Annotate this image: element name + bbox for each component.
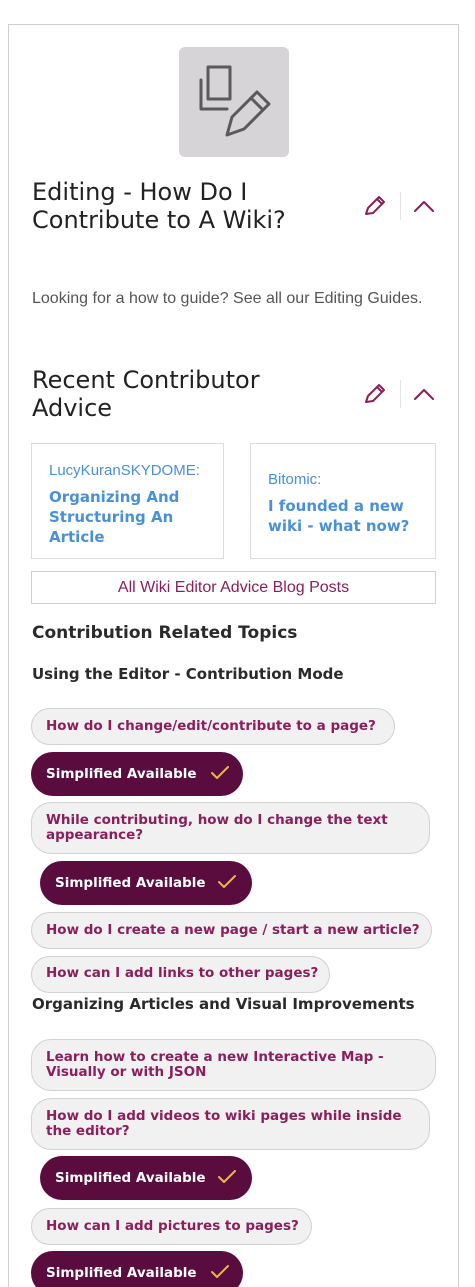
topics-heading: Contribution Related Topics: [32, 623, 298, 643]
topic-pill-text: How can I add links to other pages?: [46, 965, 319, 981]
topic-pill-text: How do I change/edit/contribute to a pag…: [46, 718, 376, 734]
pencil-icon: [365, 196, 385, 215]
intro-text: Looking for a how to guide? See all our …: [32, 290, 423, 307]
topic-pill[interactable]: While contributing, how do I change the …: [31, 802, 430, 854]
edit-button[interactable]: [362, 378, 390, 410]
topic-pill[interactable]: How do I change/edit/contribute to a pag…: [31, 708, 395, 745]
headline-line: wiki - what now?: [268, 517, 410, 535]
topic-pill-text: Learn how to create a new Interactive Ma…: [46, 1049, 384, 1065]
simplified-badge[interactable]: Simplified Available: [40, 861, 252, 905]
topic-pill-text: appearance?: [46, 827, 144, 843]
topic-pill[interactable]: How can I add pictures to pages?: [31, 1208, 312, 1245]
topic-pill-text: How do I add videos to wiki pages while …: [46, 1108, 402, 1124]
simplified-badge-label: Simplified Available: [46, 1265, 197, 1281]
copy-edit-icon: [179, 47, 289, 157]
headline-line: Organizing And: [49, 488, 180, 506]
advice-headline[interactable]: Organizing And Structuring An Article: [49, 487, 223, 547]
topic-group-title: Using the Editor - Contribution Mode: [32, 665, 344, 683]
headline-line: Article: [49, 528, 105, 546]
checkmark-icon: [211, 1265, 229, 1278]
action-divider: [400, 192, 401, 220]
advice-headline[interactable]: I founded a new wiki - what now?: [268, 496, 435, 536]
title-actions: [362, 190, 442, 222]
topic-group-title: Organizing Articles and Visual Improveme…: [32, 995, 415, 1013]
topic-pill-text: Visually or with JSON: [46, 1064, 207, 1080]
action-divider: [400, 380, 401, 408]
simplified-badge-label: Simplified Available: [46, 766, 197, 782]
advice-author: Bitomic:: [268, 471, 322, 488]
section-title-line: Advice: [32, 394, 113, 422]
topic-pill-text: How do I create a new page / start a new…: [46, 922, 420, 938]
simplified-badge[interactable]: Simplified Available: [40, 1156, 252, 1200]
advice-author: LucyKuranSKYDOME:: [49, 462, 200, 479]
simplified-badge[interactable]: Simplified Available: [31, 752, 243, 796]
collapse-button[interactable]: [410, 378, 438, 410]
edit-button[interactable]: [362, 190, 390, 222]
page-title-line: Editing - How Do I: [32, 178, 248, 206]
topic-pill[interactable]: How do I add videos to wiki pages while …: [31, 1098, 430, 1150]
chevron-up-icon: [414, 389, 434, 400]
topic-pill[interactable]: Learn how to create a new Interactive Ma…: [31, 1039, 436, 1091]
topic-pill-text: How can I add pictures to pages?: [46, 1218, 299, 1234]
simplified-badge[interactable]: Simplified Available: [31, 1251, 243, 1287]
page-title: Editing - How Do I Contribute to A Wiki?: [32, 178, 286, 234]
pencil-icon: [365, 384, 385, 403]
advice-card[interactable]: LucyKuranSKYDOME: Organizing And Structu…: [31, 443, 224, 559]
checkmark-icon: [218, 1170, 236, 1183]
simplified-badge-label: Simplified Available: [55, 875, 206, 891]
headline-line: I founded a new: [268, 497, 404, 515]
topic-pill-text: While contributing, how do I change the …: [46, 812, 388, 828]
collapse-button[interactable]: [410, 190, 438, 222]
section-title-line: Recent Contributor: [32, 366, 260, 394]
page-title-line: Contribute to A Wiki?: [32, 206, 286, 234]
checkmark-icon: [218, 875, 236, 888]
headline-line: Structuring An: [49, 508, 174, 526]
chevron-up-icon: [414, 201, 434, 212]
simplified-badge-label: Simplified Available: [55, 1170, 206, 1186]
checkmark-icon: [211, 766, 229, 779]
section-title-recent-advice: Recent Contributor Advice: [32, 366, 260, 422]
topic-pill[interactable]: How can I add links to other pages?: [31, 956, 330, 993]
topic-pill[interactable]: How do I create a new page / start a new…: [31, 912, 432, 949]
topic-pill-text: the editor?: [46, 1123, 130, 1139]
advice-card[interactable]: Bitomic: I founded a new wiki - what now…: [250, 443, 436, 559]
all-advice-posts-button[interactable]: All Wiki Editor Advice Blog Posts: [31, 571, 436, 604]
section-actions: [362, 378, 442, 410]
